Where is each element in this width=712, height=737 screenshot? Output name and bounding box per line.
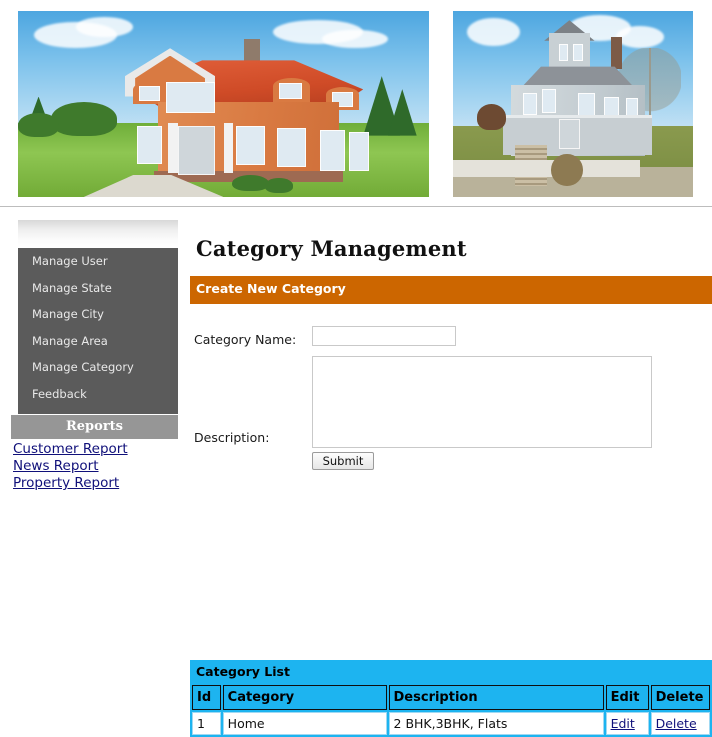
banner-image-orange-house xyxy=(18,11,429,197)
sidebar-item-manage-user[interactable]: Manage User xyxy=(18,248,178,275)
category-name-input[interactable] xyxy=(312,326,456,346)
sidebar-item-manage-area[interactable]: Manage Area xyxy=(18,328,178,355)
table-row: 1 Home 2 BHK,3BHK, Flats Edit Delete xyxy=(192,712,710,735)
delete-link[interactable]: Delete xyxy=(656,716,697,731)
cell-description: 2 BHK,3BHK, Flats xyxy=(388,712,604,735)
submit-button[interactable]: Submit xyxy=(312,452,374,470)
cell-delete: Delete xyxy=(650,712,710,735)
page-title: Category Management xyxy=(196,236,467,261)
main-content: Category Management Create New Category … xyxy=(190,208,712,476)
header-banner xyxy=(0,0,712,207)
description-textarea[interactable] xyxy=(312,356,652,448)
sidebar-item-label: Manage Area xyxy=(32,333,108,348)
table-header-row: Id Category Description Edit Delete xyxy=(192,685,710,710)
sidebar-item-manage-state[interactable]: Manage State xyxy=(18,275,178,302)
sidebar-item-label: Manage Category xyxy=(32,360,134,374)
sidebar-item-label: Manage State xyxy=(32,280,112,295)
cell-edit: Edit xyxy=(605,712,649,735)
link-customer-report[interactable]: Customer Report xyxy=(13,441,183,458)
category-table: Id Category Description Edit Delete 1 Ho… xyxy=(190,683,712,737)
edit-link[interactable]: Edit xyxy=(611,716,635,731)
cell-id: 1 xyxy=(192,712,221,735)
cell-category: Home xyxy=(222,712,387,735)
sidebar-item-manage-category[interactable]: Manage Category xyxy=(18,354,178,381)
banner-image-victorian-house xyxy=(453,11,693,197)
column-header-description: Description xyxy=(388,685,604,710)
column-header-category: Category xyxy=(222,685,387,710)
reports-heading: Reports xyxy=(11,415,178,439)
reports-link-list: Customer Report News Report Property Rep… xyxy=(13,441,183,492)
create-category-section-header: Create New Category xyxy=(190,276,712,304)
description-label: Description: xyxy=(194,430,270,445)
category-list-header: Category List xyxy=(190,660,712,683)
column-header-delete: Delete xyxy=(650,685,710,710)
page-body: Manage User Manage State Manage City Man… xyxy=(0,208,712,737)
link-property-report[interactable]: Property Report xyxy=(13,475,183,492)
sidebar-header-panel xyxy=(18,220,178,248)
column-header-edit: Edit xyxy=(605,685,649,710)
sidebar-nav: Manage User Manage State Manage City Man… xyxy=(18,248,178,414)
link-news-report[interactable]: News Report xyxy=(13,458,183,475)
create-category-form: Category Name: Description: Submit xyxy=(190,304,712,476)
sidebar-item-manage-city[interactable]: Manage City xyxy=(18,301,178,328)
category-list-section: Category List Id Category Description Ed… xyxy=(190,660,712,737)
sidebar-item-label: Feedback xyxy=(32,386,87,401)
sidebar-item-label: Manage User xyxy=(32,254,108,268)
column-header-id: Id xyxy=(192,685,221,710)
sidebar-item-feedback[interactable]: Feedback xyxy=(18,381,178,408)
category-name-label: Category Name: xyxy=(194,332,297,347)
sidebar-item-label: Manage City xyxy=(32,307,104,321)
